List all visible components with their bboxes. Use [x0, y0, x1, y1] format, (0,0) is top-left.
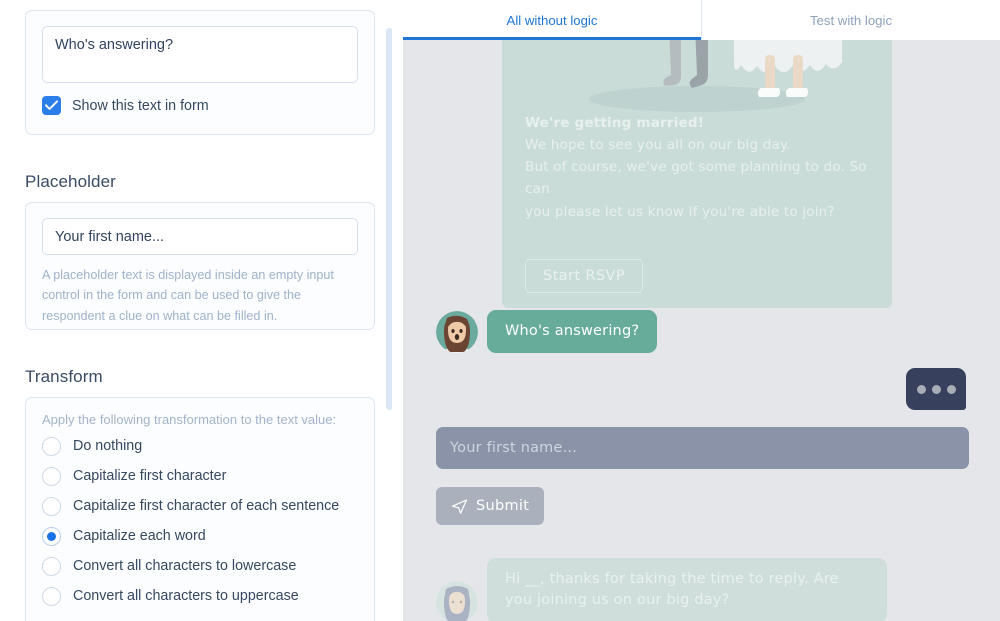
invite-heading: We're getting married! — [525, 115, 705, 131]
transform-apply-label: Apply the following transformation to th… — [42, 412, 337, 427]
paper-plane-icon — [451, 498, 468, 514]
chat-message-who-is-answering: Who's answering? — [436, 310, 658, 354]
radio-lowercase[interactable] — [42, 556, 61, 576]
tab-test-with-logic[interactable]: Test with logic — [702, 0, 1000, 40]
transform-option-lowercase[interactable]: Convert all characters to lowercase — [26, 551, 374, 581]
radio-capitalize-first-character[interactable] — [42, 466, 61, 486]
transform-option-capitalize-each-sentence[interactable]: Capitalize first character of each sente… — [26, 491, 374, 521]
check-icon — [45, 100, 58, 110]
invite-line-4: you please let us know if you're able to… — [525, 203, 835, 220]
transform-option-label: Convert all characters to lowercase — [73, 558, 297, 574]
invite-message: We're getting married! We hope to see yo… — [525, 112, 875, 223]
radio-capitalize-each-word[interactable] — [42, 526, 61, 546]
transform-option-label: Convert all characters to uppercase — [73, 588, 299, 604]
settings-panel: Who's answering? Show this text in form … — [0, 0, 392, 621]
preview-panel: All without logic Test with logic We're — [403, 0, 1000, 621]
transform-option-capitalize-each-word[interactable]: Capitalize each word — [26, 521, 374, 551]
radio-uppercase[interactable] — [42, 586, 61, 606]
question-card: Who's answering? Show this text in form — [25, 10, 375, 135]
transform-option-label: Capitalize first character of each sente… — [73, 498, 340, 514]
bot-message-bubble: Hi __, thanks for taking the time to rep… — [487, 558, 887, 621]
avatar-illustration — [436, 580, 478, 621]
transform-option-label: Capitalize first character — [73, 468, 227, 484]
placeholder-card: Your first name... A placeholder text is… — [25, 202, 375, 330]
start-rsvp-button[interactable]: Start RSVP — [525, 259, 643, 293]
typing-indicator — [906, 368, 966, 410]
woman-brown-hair-avatar — [436, 311, 478, 354]
woman-headscarf-avatar — [436, 580, 478, 621]
invite-line-3: But of course, we've got some planning t… — [525, 159, 867, 198]
transform-section-title: Transform — [25, 367, 103, 386]
submit-button-label: Submit — [476, 498, 530, 514]
show-text-in-form-checkbox[interactable] — [42, 96, 61, 115]
radio-do-nothing[interactable] — [42, 436, 61, 456]
radio-capitalize-each-sentence[interactable] — [42, 496, 61, 516]
bot-message-bubble: Who's answering? — [487, 310, 658, 354]
question-text-input[interactable]: Who's answering? — [42, 26, 358, 83]
question-text-value: Who's answering? — [55, 37, 174, 53]
typing-dot — [916, 384, 926, 394]
answer-input-placeholder: Your first name... — [450, 440, 578, 456]
show-text-in-form-row[interactable]: Show this text in form — [42, 96, 358, 115]
transform-option-uppercase[interactable]: Convert all characters to uppercase — [26, 581, 374, 611]
preview-tabs: All without logic Test with logic — [403, 0, 1000, 40]
show-text-in-form-label: Show this text in form — [72, 97, 209, 114]
invite-card: We're getting married! We hope to see yo… — [502, 0, 892, 308]
typing-dot — [946, 384, 956, 394]
transform-card: Apply the following transformation to th… — [25, 397, 375, 621]
settings-panel-scrollbar-thumb[interactable] — [386, 28, 392, 410]
avatar-illustration — [436, 311, 478, 354]
transform-option-do-nothing[interactable]: Do nothing — [26, 431, 374, 461]
transform-radio-group[interactable]: Do nothing Capitalize first character Ca… — [26, 431, 374, 611]
placeholder-input[interactable]: Your first name... — [42, 218, 358, 255]
app-root: Who's answering? Show this text in form … — [0, 0, 1000, 621]
transform-option-label: Capitalize each word — [73, 528, 206, 544]
transform-option-capitalize-first-character[interactable]: Capitalize first character — [26, 461, 374, 491]
chat-message-thanks-for-replying: Hi __, thanks for taking the time to rep… — [436, 558, 887, 621]
tab-all-without-logic[interactable]: All without logic — [403, 0, 702, 40]
typing-dot — [931, 384, 941, 394]
transform-option-label: Do nothing — [73, 438, 143, 454]
submit-button[interactable]: Submit — [436, 487, 545, 525]
placeholder-help-text: A placeholder text is displayed inside a… — [42, 268, 334, 323]
placeholder-value: Your first name... — [55, 228, 165, 245]
invite-line-2: We hope to see you all on our big day. — [525, 137, 791, 154]
placeholder-section-title: Placeholder — [25, 172, 116, 191]
answer-input[interactable]: Your first name... — [436, 427, 969, 469]
